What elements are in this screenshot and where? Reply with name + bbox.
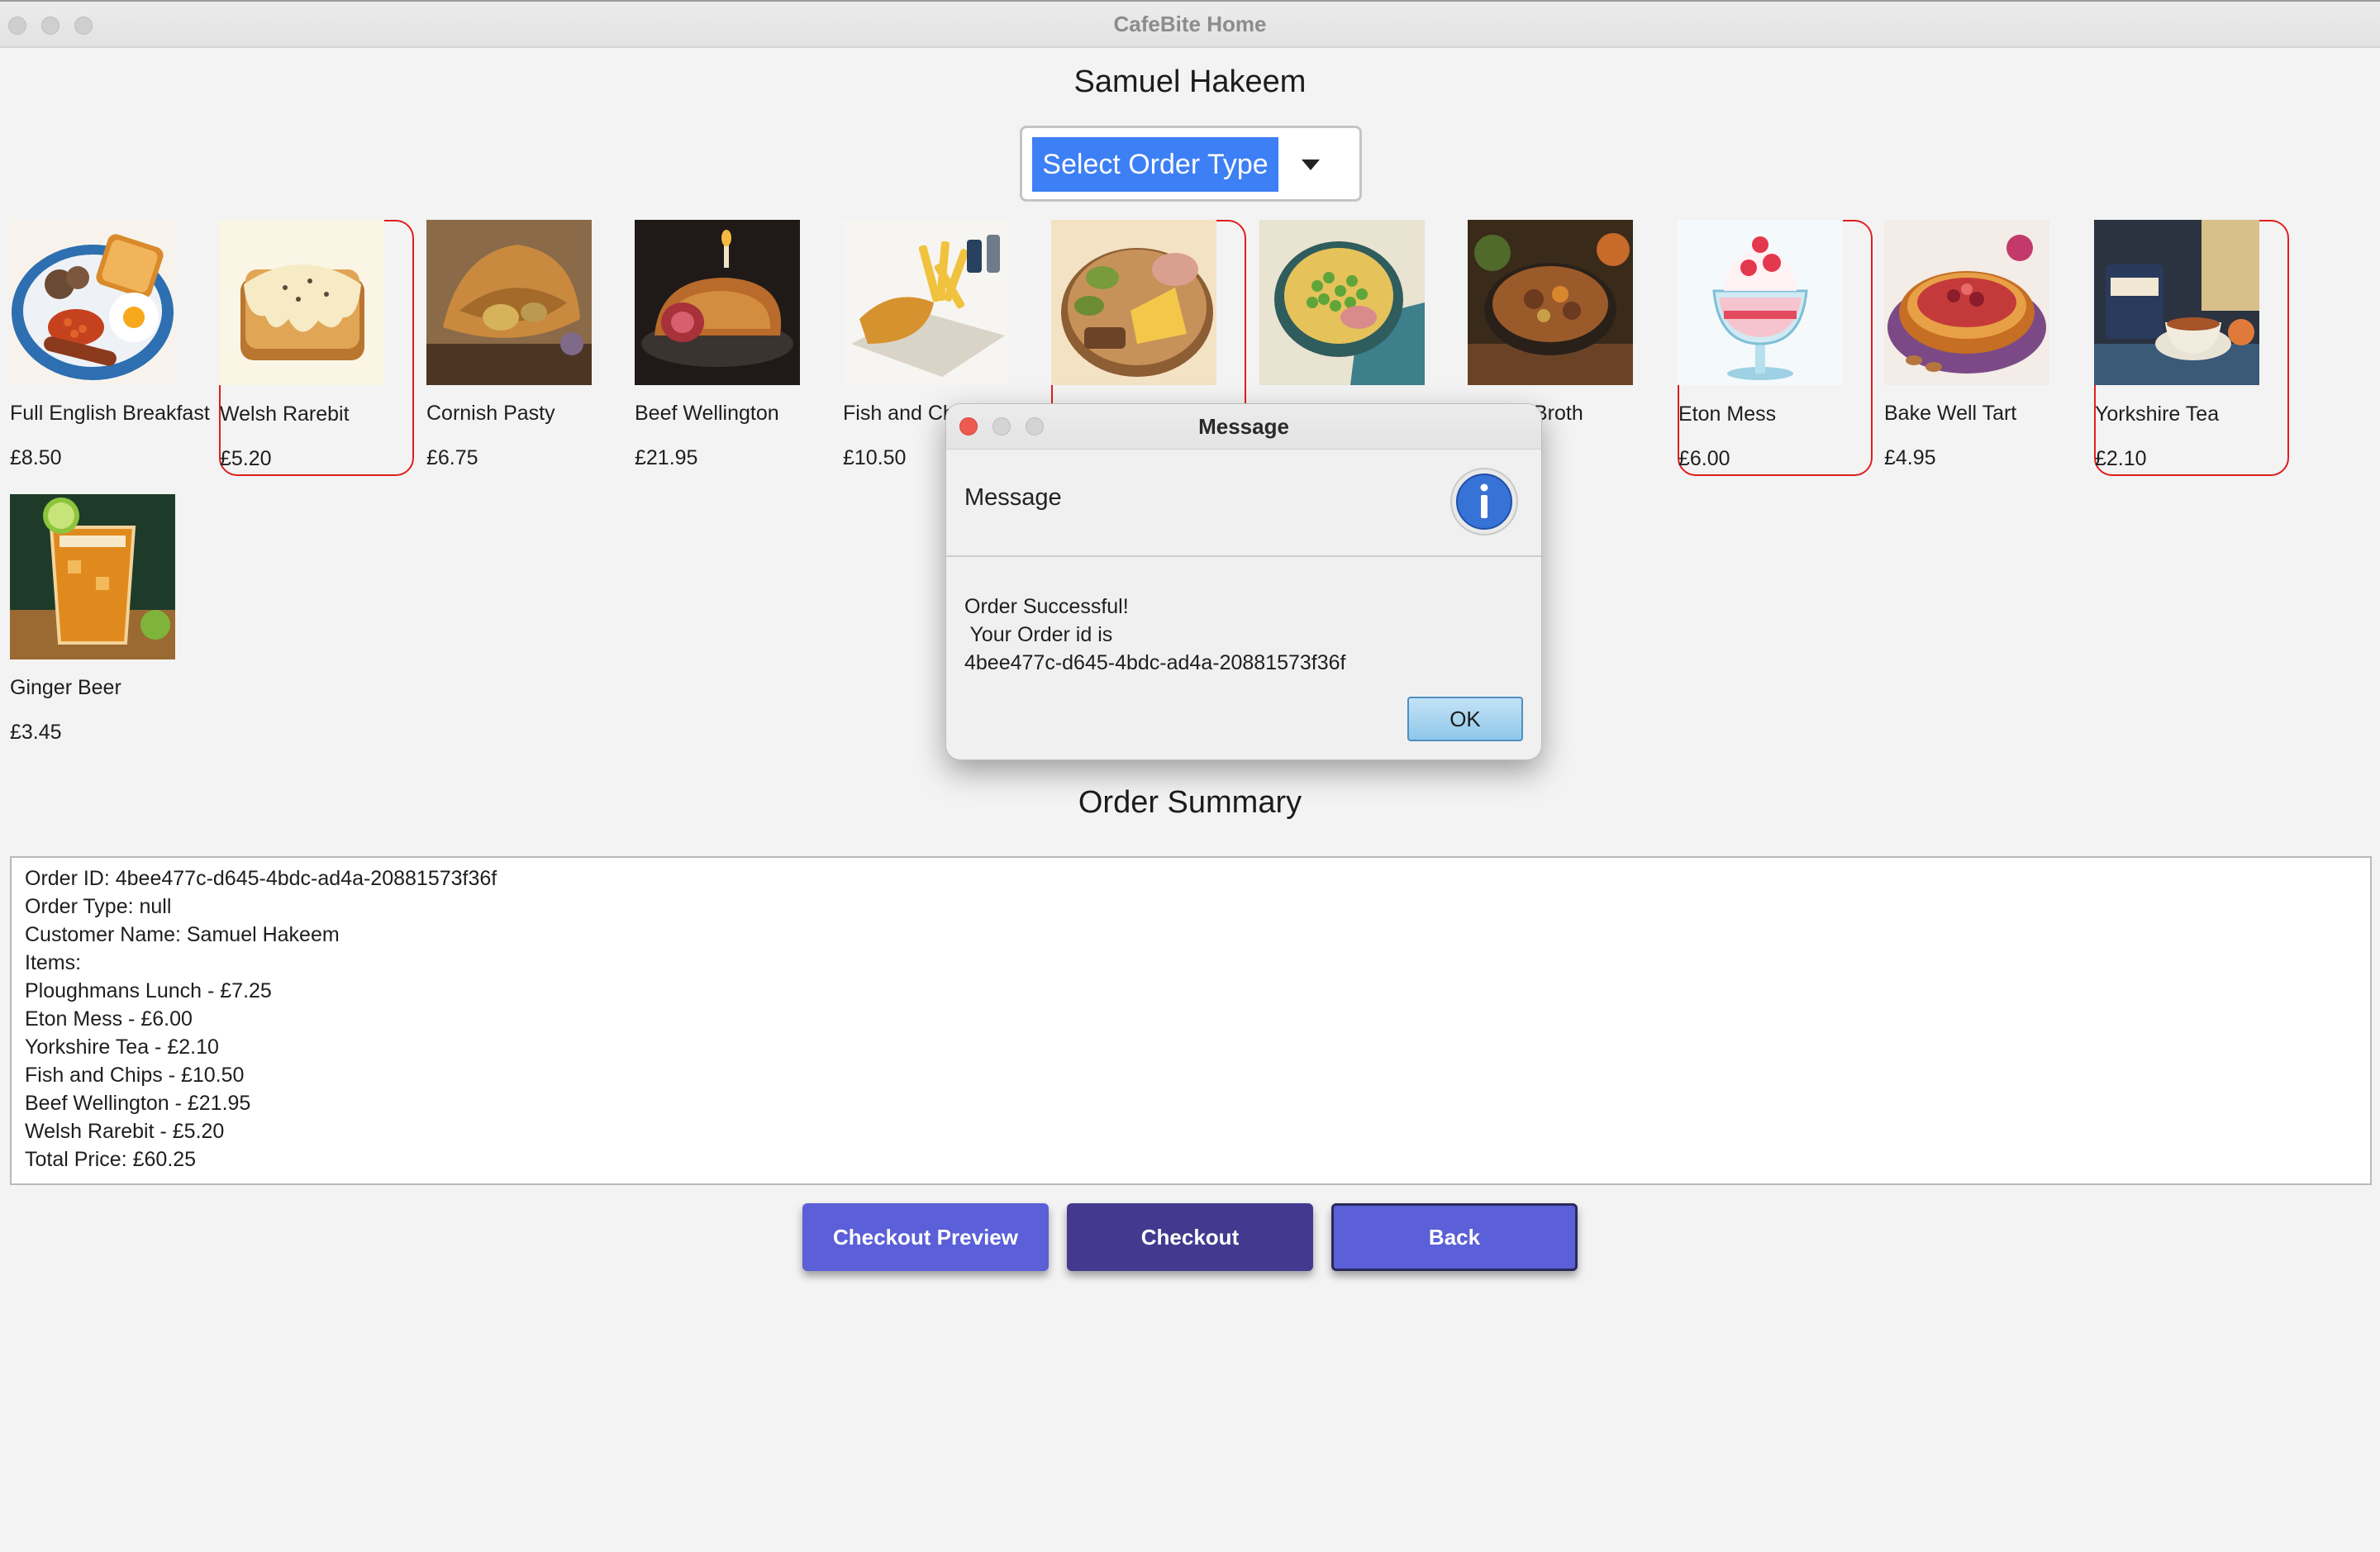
order-type-dropdown[interactable]: Select Order Type (1020, 126, 1362, 202)
menu-item-price: £10.50 (843, 446, 907, 469)
dialog-ok-button[interactable]: OK (1407, 697, 1523, 741)
menu-item-price: £21.95 (635, 446, 698, 469)
menu-item-price: £8.50 (10, 446, 62, 469)
menu-item-bake-well-tart[interactable]: Bake Well Tart £4.95 (1884, 220, 2079, 476)
menu-item-price: £6.00 (1678, 447, 1730, 470)
summary-item-line: Eton Mess - £6.00 (25, 1007, 193, 1031)
dialog-message-line: Order Successful! (964, 595, 1129, 618)
menu-item-price: £2.10 (2095, 447, 2147, 470)
cornish-pasty-image[interactable] (426, 220, 592, 385)
info-icon (1449, 466, 1520, 541)
summary-customer-name: Customer Name: Samuel Hakeem (25, 923, 340, 946)
menu-item-name: Eton Mess (1678, 402, 1777, 426)
summary-order-id: Order ID: 4bee477c-d645-4bdc-ad4a-208815… (25, 867, 497, 890)
menu-item-name: Beef Wellington (635, 402, 779, 425)
full-english-breakfast-image[interactable] (10, 220, 175, 385)
menu-item-cornish-pasty[interactable]: Cornish Pasty £6.75 (426, 220, 621, 476)
beef-wellington-image[interactable] (635, 220, 800, 385)
dialog-title: Message (1198, 414, 1289, 439)
ginger-beer-image[interactable] (10, 494, 175, 659)
summary-item-line: Beef Wellington - £21.95 (25, 1092, 251, 1115)
order-summary-textarea[interactable]: Order ID: 4bee477c-d645-4bdc-ad4a-208815… (10, 856, 2372, 1185)
dialog-header-text: Message (964, 484, 1062, 511)
dialog-order-id: 4bee477c-d645-4bdc-ad4a-20881573f36f (964, 651, 1346, 674)
menu-item-ginger-beer[interactable]: Ginger Beer £3.45 (10, 494, 205, 750)
menu-item-welsh-rarebit[interactable]: Welsh Rarebit £5.20 (219, 220, 414, 476)
summary-item-line: Yorkshire Tea - £2.10 (25, 1035, 219, 1059)
menu-item-beef-wellington[interactable]: Beef Wellington £21.95 (635, 220, 830, 476)
menu-item-price: £3.45 (10, 721, 62, 744)
order-summary-title: Order Summary (1078, 785, 1302, 820)
window-titlebar: CafeBite Home (0, 0, 2380, 48)
welsh-rarebit-image[interactable] (219, 220, 384, 385)
message-dialog: Message Message Order Successful! Your O… (945, 403, 1542, 760)
menu-item-eton-mess[interactable]: Eton Mess £6.00 (1678, 220, 1873, 476)
menu-item-name: Bake Well Tart (1884, 402, 2017, 425)
window-title: CafeBite Home (1113, 12, 1267, 36)
menu-item-yorkshire-tea[interactable]: Yorkshire Tea £2.10 (2094, 220, 2289, 476)
fish-and-chips-image[interactable] (843, 220, 1008, 385)
menu-item-name: Yorkshire Tea (2095, 402, 2220, 426)
yorkshire-tea-image[interactable] (2094, 220, 2259, 385)
menu-item-price: £6.75 (426, 446, 478, 469)
checkout-preview-button[interactable]: Checkout Preview (802, 1203, 1049, 1271)
order-type-selected-value[interactable]: Select Order Type (1032, 137, 1278, 192)
summary-total-price: Total Price: £60.25 (25, 1148, 197, 1171)
menu-item-price: £4.95 (1884, 446, 1936, 469)
menu-item-name: Welsh Rarebit (220, 402, 350, 426)
eton-mess-image[interactable] (1678, 220, 1843, 385)
dialog-header: Message (946, 450, 1541, 557)
menu-item-name: Full English Breakfast (10, 402, 210, 425)
customer-name: Samuel Hakeem (1073, 64, 1307, 99)
menu-item-name: Cornish Pasty (426, 402, 555, 425)
peas-and-ham-image[interactable] (1259, 220, 1425, 385)
summary-items-heading: Items: (25, 951, 82, 974)
chevron-down-icon[interactable] (1302, 159, 1320, 170)
menu-item-full-english-breakfast[interactable]: Full English Breakfast £8.50 (10, 220, 210, 476)
dialog-titlebar: Message (946, 404, 1541, 450)
menu-item-price: £5.20 (220, 447, 272, 470)
ploughmans-lunch-image[interactable] (1051, 220, 1216, 385)
checkout-button[interactable]: Checkout (1067, 1203, 1313, 1271)
summary-item-line: Fish and Chips - £10.50 (25, 1064, 245, 1087)
broth-image[interactable] (1468, 220, 1633, 385)
back-button[interactable]: Back (1331, 1203, 1578, 1271)
bakewell-tart-image[interactable] (1884, 220, 2049, 385)
summary-item-line: Welsh Rarebit - £5.20 (25, 1120, 225, 1143)
summary-item-line: Ploughmans Lunch - £7.25 (25, 979, 272, 1002)
dialog-message: Order Successful! Your Order id is 4bee47… (964, 593, 1346, 677)
dialog-message-line: Your Order id is (964, 623, 1113, 646)
summary-order-type: Order Type: null (25, 895, 172, 918)
menu-item-name: Ginger Beer (10, 676, 121, 699)
